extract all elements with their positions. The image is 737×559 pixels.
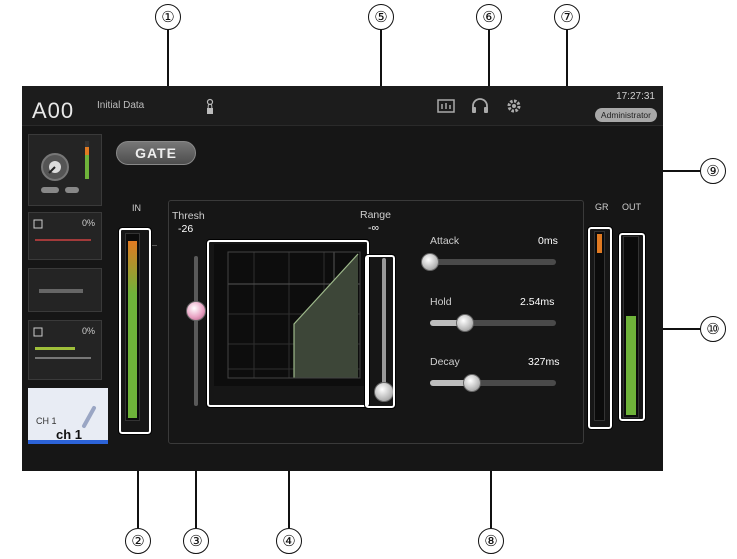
checkbox-icon (33, 219, 43, 229)
decay-slider-knob[interactable] (462, 374, 481, 392)
gear-icon[interactable] (504, 96, 524, 116)
attack-label: Attack (430, 235, 460, 247)
callout-2: ② (125, 528, 151, 554)
callout-9: ⑨ (700, 158, 726, 184)
scene-title[interactable]: Initial Data (97, 100, 144, 111)
lock-icon (206, 98, 214, 114)
hold-slider-track[interactable] (430, 320, 556, 326)
in-label: IN (132, 203, 141, 213)
knob-icon (41, 141, 89, 193)
user-badge[interactable]: Administrator (594, 108, 657, 122)
checkbox-icon (33, 327, 43, 337)
threshold-value: -26 (178, 223, 194, 235)
threshold-label: Thresh (172, 210, 205, 222)
threshold-fader-knob[interactable] (186, 301, 206, 321)
channel-name-strip[interactable]: CH 1 ch 1 (28, 388, 108, 444)
meter-icon[interactable] (250, 94, 410, 118)
gate-button[interactable]: GATE (116, 141, 196, 165)
channel-name: ch 1 (56, 427, 83, 442)
decay-label: Decay (430, 356, 460, 368)
hold-label: Hold (430, 296, 452, 308)
callout-7: ⑦ (554, 4, 580, 30)
decay-value: 327ms (528, 356, 560, 368)
out-label: OUT (622, 202, 641, 212)
send-2-bar (39, 289, 83, 293)
range-value: -∞ (368, 222, 379, 234)
channel-knob-box[interactable] (28, 134, 102, 206)
send-3-bar-b (35, 357, 91, 359)
send-1-bar (35, 239, 91, 241)
callout-5: ⑤ (368, 4, 394, 30)
meter-bridge-icon[interactable] (436, 96, 456, 116)
callout-10-box (618, 232, 646, 422)
decay-slider-track[interactable] (430, 380, 556, 386)
send-box-3[interactable]: 0% (28, 320, 102, 380)
send-1-value: 0% (81, 218, 95, 228)
callout-5-box (364, 254, 396, 409)
scene-number[interactable]: A00 (32, 98, 74, 124)
callout-2-box (118, 227, 152, 435)
callout-3: ③ (183, 528, 209, 554)
hold-value: 2.54ms (520, 296, 555, 308)
callout-10: ⑩ (700, 316, 726, 342)
range-label: Range (360, 209, 391, 221)
callout-6: ⑥ (476, 4, 502, 30)
send-box-1[interactable]: 0% (28, 212, 102, 260)
attack-slider-track[interactable] (430, 259, 556, 265)
headphones-icon[interactable] (470, 96, 490, 116)
channel-panel: 0% 0% CH 1 ch 1 (28, 134, 108, 444)
clock: 17:27:31 (616, 91, 655, 102)
attack-value: 0ms (538, 235, 558, 247)
microphone-icon (82, 406, 96, 428)
in-scale: — (150, 242, 157, 249)
send-3-value: 0% (81, 326, 95, 336)
callout-4: ④ (276, 528, 302, 554)
top-bar: A00 Initial Data 17:27:31 Administrator (22, 86, 663, 126)
attack-slider-knob[interactable] (421, 253, 439, 271)
callout-4-box (206, 239, 370, 408)
callout-9-box (587, 226, 613, 430)
send-3-bar (35, 347, 75, 350)
send-box-2[interactable] (28, 268, 102, 312)
gr-label: GR (595, 202, 609, 212)
channel-id: CH 1 (36, 416, 57, 426)
callout-8: ⑧ (478, 528, 504, 554)
threshold-fader-track[interactable] (194, 256, 198, 406)
callout-1: ① (155, 4, 181, 30)
